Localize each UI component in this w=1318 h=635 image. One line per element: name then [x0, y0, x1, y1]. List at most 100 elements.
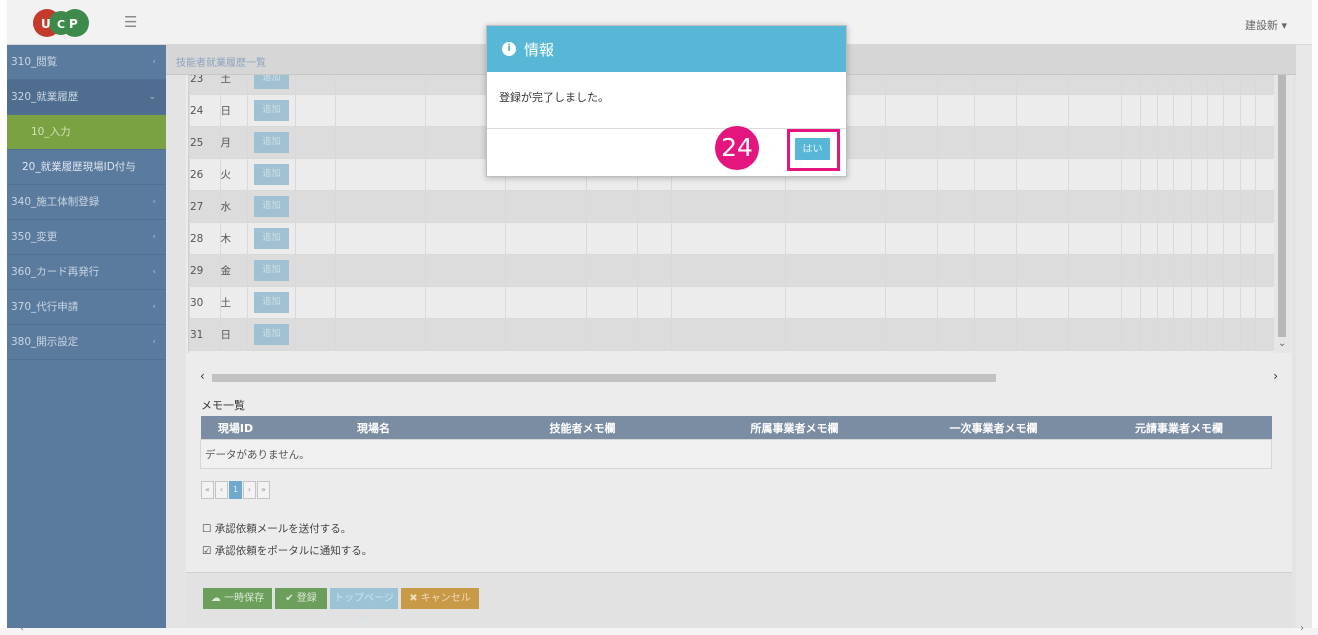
calendar-cell[interactable] [424, 286, 507, 319]
calendar-cell[interactable] [884, 126, 938, 159]
calendar-cell[interactable] [1140, 190, 1158, 223]
calendar-cell[interactable] [295, 286, 336, 319]
sidebar-item-view[interactable]: 310_閲覧 ‹ [7, 45, 166, 80]
calendar-cell[interactable] [1190, 158, 1208, 191]
calendar-cell[interactable] [1223, 190, 1241, 223]
last-page-button[interactable]: » [257, 481, 270, 499]
page-horizontal-scrollbar[interactable]: ‹ › [0, 623, 1318, 635]
calendar-cell[interactable] [973, 318, 1018, 351]
calendar-cell[interactable] [1255, 190, 1275, 223]
calendar-cell[interactable] [586, 254, 638, 287]
calendar-cell[interactable] [784, 286, 886, 319]
calendar-cell[interactable] [1206, 222, 1225, 255]
calendar-cell[interactable] [1173, 222, 1192, 255]
calendar-cell[interactable] [1068, 286, 1122, 319]
calendar-cell[interactable] [1223, 254, 1241, 287]
calendar-cell[interactable] [1120, 222, 1142, 255]
calendar-cell[interactable] [1016, 94, 1070, 127]
calendar-cell[interactable] [1190, 75, 1208, 95]
calendar-cell[interactable] [636, 318, 672, 351]
calendar-cell[interactable] [670, 286, 786, 319]
calendar-cell[interactable] [973, 158, 1018, 191]
calendar-cell[interactable] [334, 94, 426, 127]
calendar-cell[interactable] [1173, 190, 1192, 223]
calendar-cell[interactable] [1190, 254, 1208, 287]
first-page-button[interactable]: « [201, 481, 214, 499]
calendar-cell[interactable] [636, 190, 672, 223]
calendar-cell[interactable] [1190, 126, 1208, 159]
calendar-cell[interactable] [1068, 190, 1122, 223]
calendar-cell[interactable] [505, 254, 588, 287]
calendar-cell[interactable] [1016, 190, 1070, 223]
calendar-cell[interactable] [1068, 254, 1122, 287]
calendar-cell[interactable] [1120, 126, 1142, 159]
user-menu[interactable]: 建設新 ▾ [1245, 17, 1287, 33]
calendar-cell[interactable] [884, 254, 938, 287]
add-button[interactable]: 追加 [254, 260, 290, 281]
temp-save-button[interactable]: ☁ 一時保存 [203, 588, 272, 609]
calendar-cell[interactable] [1206, 286, 1225, 319]
calendar-cell[interactable] [1068, 75, 1122, 95]
calendar-cell[interactable] [884, 190, 938, 223]
calendar-cell[interactable] [1120, 94, 1142, 127]
register-button[interactable]: ✔ 登録 [275, 588, 327, 609]
vertical-scrollbar[interactable]: ⌄ [1274, 75, 1291, 353]
calendar-cell[interactable] [1255, 318, 1275, 351]
sidebar-item-proxy-application[interactable]: 370_代行申請 ‹ [7, 290, 166, 325]
add-button[interactable]: 追加 [254, 75, 290, 89]
sidebar-item-construction-system[interactable]: 340_施工体制登録 ‹ [7, 185, 166, 220]
calendar-cell[interactable] [1156, 126, 1175, 159]
calendar-cell[interactable] [505, 222, 588, 255]
page-1-button[interactable]: 1 [229, 481, 242, 499]
calendar-cell[interactable] [884, 318, 938, 351]
menu-toggle-icon[interactable]: ☰ [124, 13, 137, 31]
calendar-cell[interactable] [1223, 286, 1241, 319]
calendar-cell[interactable] [1140, 94, 1158, 127]
calendar-cell[interactable] [936, 158, 975, 191]
calendar-cell[interactable] [1156, 75, 1175, 95]
calendar-cell[interactable] [884, 286, 938, 319]
calendar-cell[interactable] [1173, 318, 1192, 351]
scroll-right-icon[interactable]: › [1273, 369, 1278, 383]
add-button[interactable]: 追加 [254, 100, 290, 121]
add-button[interactable]: 追加 [254, 228, 290, 249]
calendar-cell[interactable] [884, 94, 938, 127]
calendar-cell[interactable] [1206, 158, 1225, 191]
calendar-cell[interactable] [1120, 158, 1142, 191]
calendar-cell[interactable] [670, 222, 786, 255]
calendar-cell[interactable] [334, 222, 426, 255]
calendar-cell[interactable] [1206, 75, 1225, 95]
sidebar-item-input[interactable]: 10_入力 [7, 115, 166, 150]
calendar-cell[interactable] [1156, 286, 1175, 319]
calendar-cell[interactable] [884, 75, 938, 95]
calendar-cell[interactable] [505, 286, 588, 319]
top-page-button[interactable]: トップページへ [330, 588, 398, 625]
calendar-cell[interactable] [1255, 158, 1275, 191]
calendar-cell[interactable] [884, 158, 938, 191]
calendar-cell[interactable] [1120, 75, 1142, 95]
calendar-cell[interactable] [973, 222, 1018, 255]
prev-page-button[interactable]: ‹ [215, 481, 228, 499]
cancel-button[interactable]: ✖ キャンセル [401, 588, 479, 609]
calendar-cell[interactable] [1140, 126, 1158, 159]
horizontal-scrollbar[interactable]: ‹ › [200, 369, 1278, 384]
calendar-cell[interactable] [295, 190, 336, 223]
calendar-cell[interactable] [936, 318, 975, 351]
add-button[interactable]: 追加 [254, 132, 290, 153]
calendar-cell[interactable] [1255, 222, 1275, 255]
calendar-cell[interactable] [1239, 222, 1257, 255]
calendar-cell[interactable] [295, 75, 336, 95]
calendar-cell[interactable] [295, 254, 336, 287]
calendar-cell[interactable] [636, 222, 672, 255]
calendar-cell[interactable] [1120, 254, 1142, 287]
calendar-cell[interactable] [1140, 222, 1158, 255]
calendar-cell[interactable] [1068, 318, 1122, 351]
calendar-cell[interactable] [586, 222, 638, 255]
calendar-cell[interactable] [1239, 94, 1257, 127]
calendar-cell[interactable] [1156, 158, 1175, 191]
calendar-cell[interactable] [1140, 158, 1158, 191]
calendar-cell[interactable] [1016, 75, 1070, 95]
calendar-cell[interactable] [1068, 158, 1122, 191]
calendar-cell[interactable] [334, 254, 426, 287]
calendar-cell[interactable] [1156, 94, 1175, 127]
